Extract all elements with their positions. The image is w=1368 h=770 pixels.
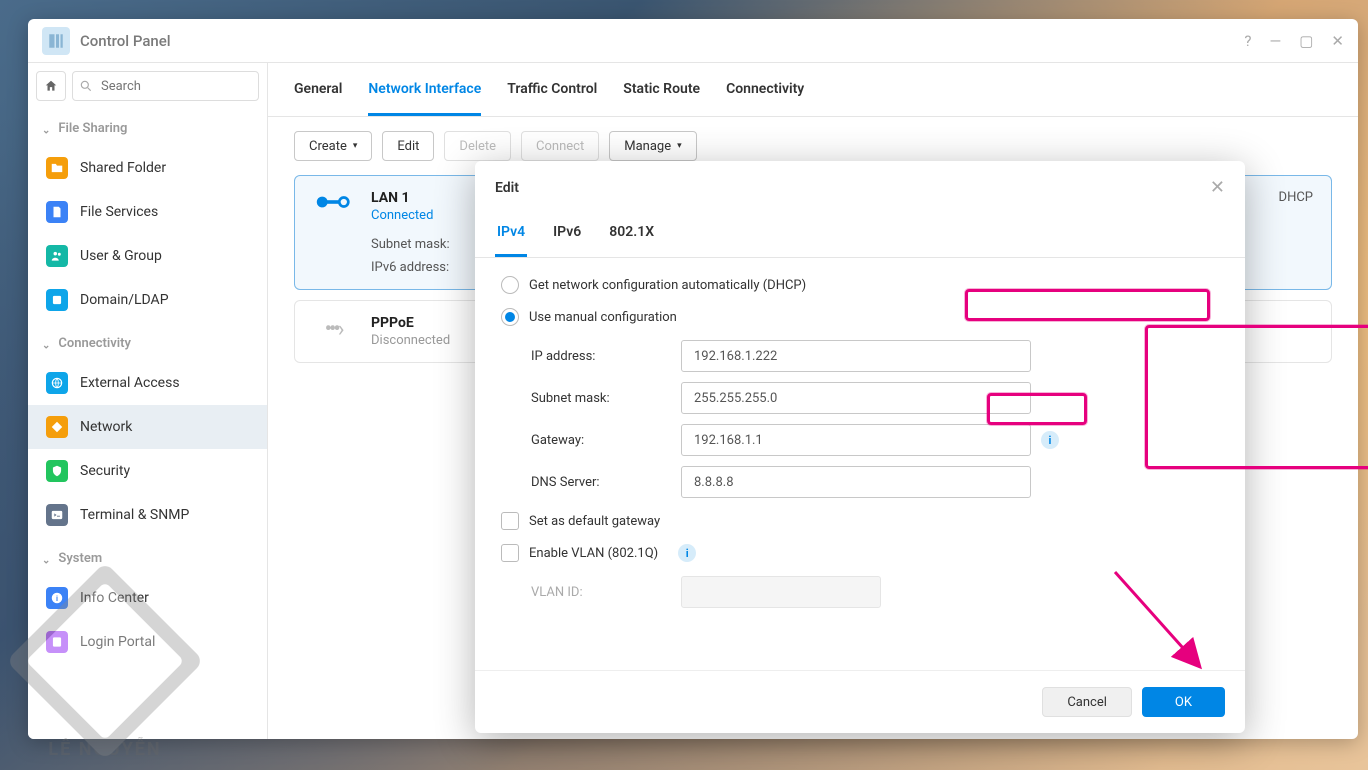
domain-icon <box>46 289 68 311</box>
tab-general[interactable]: General <box>294 81 342 116</box>
tab-traffic-control[interactable]: Traffic Control <box>507 81 597 116</box>
globe-icon <box>46 372 68 394</box>
app-icon <box>42 27 70 55</box>
connect-button[interactable]: Connect <box>521 131 599 161</box>
section-file-sharing[interactable]: ⌃ File Sharing <box>28 111 267 146</box>
sidebar-item-network[interactable]: Network <box>28 405 267 449</box>
modal-title: Edit <box>495 180 519 196</box>
tab-connectivity[interactable]: Connectivity <box>726 81 804 116</box>
radio-manual[interactable] <box>501 308 519 326</box>
sidebar-item-info-center[interactable]: i Info Center <box>28 576 267 620</box>
login-icon <box>46 631 68 653</box>
create-button[interactable]: Create▾ <box>294 131 372 161</box>
ip-label: IP address: <box>531 349 681 364</box>
modal-tab-ipv4[interactable]: IPv4 <box>495 214 527 257</box>
tab-static-route[interactable]: Static Route <box>623 81 700 116</box>
window-title: Control Panel <box>80 32 1244 50</box>
search-icon <box>79 78 93 97</box>
edit-modal: Edit ✕ IPv4 IPv6 802.1X Get network conf… <box>475 161 1245 733</box>
chevron-down-icon: ⌃ <box>42 338 50 349</box>
sidebar: ⌃ File Sharing Shared Folder File Servic… <box>28 63 268 739</box>
dns-label: DNS Server: <box>531 475 681 490</box>
sidebar-item-login-portal[interactable]: Login Portal <box>28 620 267 664</box>
chevron-down-icon: ▾ <box>353 141 358 151</box>
cancel-button[interactable]: Cancel <box>1042 687 1132 717</box>
sidebar-item-external-access[interactable]: External Access <box>28 361 267 405</box>
lan-icon <box>313 190 353 275</box>
info-icon: i <box>46 587 68 609</box>
delete-button[interactable]: Delete <box>444 131 511 161</box>
chevron-down-icon: ⌃ <box>42 123 50 134</box>
enable-vlan-checkbox[interactable] <box>501 544 519 562</box>
info-icon[interactable]: i <box>1041 431 1059 449</box>
ok-button[interactable]: OK <box>1142 687 1225 717</box>
sidebar-item-domain-ldap[interactable]: Domain/LDAP <box>28 278 267 322</box>
gateway-input[interactable] <box>681 424 1031 456</box>
folder-icon <box>46 157 68 179</box>
mask-label: Subnet mask: <box>531 391 681 406</box>
maximize-icon[interactable]: ▢ <box>1299 32 1313 50</box>
users-icon <box>46 245 68 267</box>
pppoe-icon: •••› <box>313 315 353 348</box>
search-input[interactable] <box>72 71 259 101</box>
ip-address-input[interactable] <box>681 340 1031 372</box>
gateway-label: Gateway: <box>531 433 681 448</box>
help-icon[interactable]: ? <box>1244 32 1251 50</box>
default-gateway-checkbox[interactable] <box>501 512 519 530</box>
tab-network-interface[interactable]: Network Interface <box>368 81 481 116</box>
vlan-id-label: VLAN ID: <box>531 585 681 600</box>
home-button[interactable] <box>36 71 66 101</box>
dns-server-input[interactable] <box>681 466 1031 498</box>
section-system[interactable]: ⌃ System <box>28 541 267 576</box>
file-icon <box>46 201 68 223</box>
chevron-down-icon: ▾ <box>677 141 682 151</box>
radio-dhcp[interactable] <box>501 276 519 294</box>
subnet-mask-input[interactable] <box>681 382 1031 414</box>
sidebar-item-terminal-snmp[interactable]: Terminal & SNMP <box>28 493 267 537</box>
modal-close-icon[interactable]: ✕ <box>1210 177 1225 198</box>
close-icon[interactable]: ✕ <box>1331 32 1344 50</box>
tabs: General Network Interface Traffic Contro… <box>268 63 1358 117</box>
chevron-down-icon: ⌃ <box>42 553 50 564</box>
section-connectivity[interactable]: ⌃ Connectivity <box>28 326 267 361</box>
terminal-icon <box>46 504 68 526</box>
svg-text:i: i <box>56 594 58 603</box>
minimize-icon[interactable]: — <box>1270 32 1282 50</box>
edit-button[interactable]: Edit <box>382 131 434 161</box>
sidebar-item-user-group[interactable]: User & Group <box>28 234 267 278</box>
modal-tab-8021x[interactable]: 802.1X <box>607 214 656 257</box>
modal-tab-ipv6[interactable]: IPv6 <box>551 214 583 257</box>
manage-button[interactable]: Manage▾ <box>609 131 696 161</box>
info-icon[interactable]: i <box>678 544 696 562</box>
shield-icon <box>46 460 68 482</box>
vlan-id-input <box>681 576 881 608</box>
network-icon <box>46 416 68 438</box>
sidebar-item-shared-folder[interactable]: Shared Folder <box>28 146 267 190</box>
sidebar-item-file-services[interactable]: File Services <box>28 190 267 234</box>
sidebar-item-security[interactable]: Security <box>28 449 267 493</box>
titlebar: Control Panel ? — ▢ ✕ <box>28 19 1358 63</box>
